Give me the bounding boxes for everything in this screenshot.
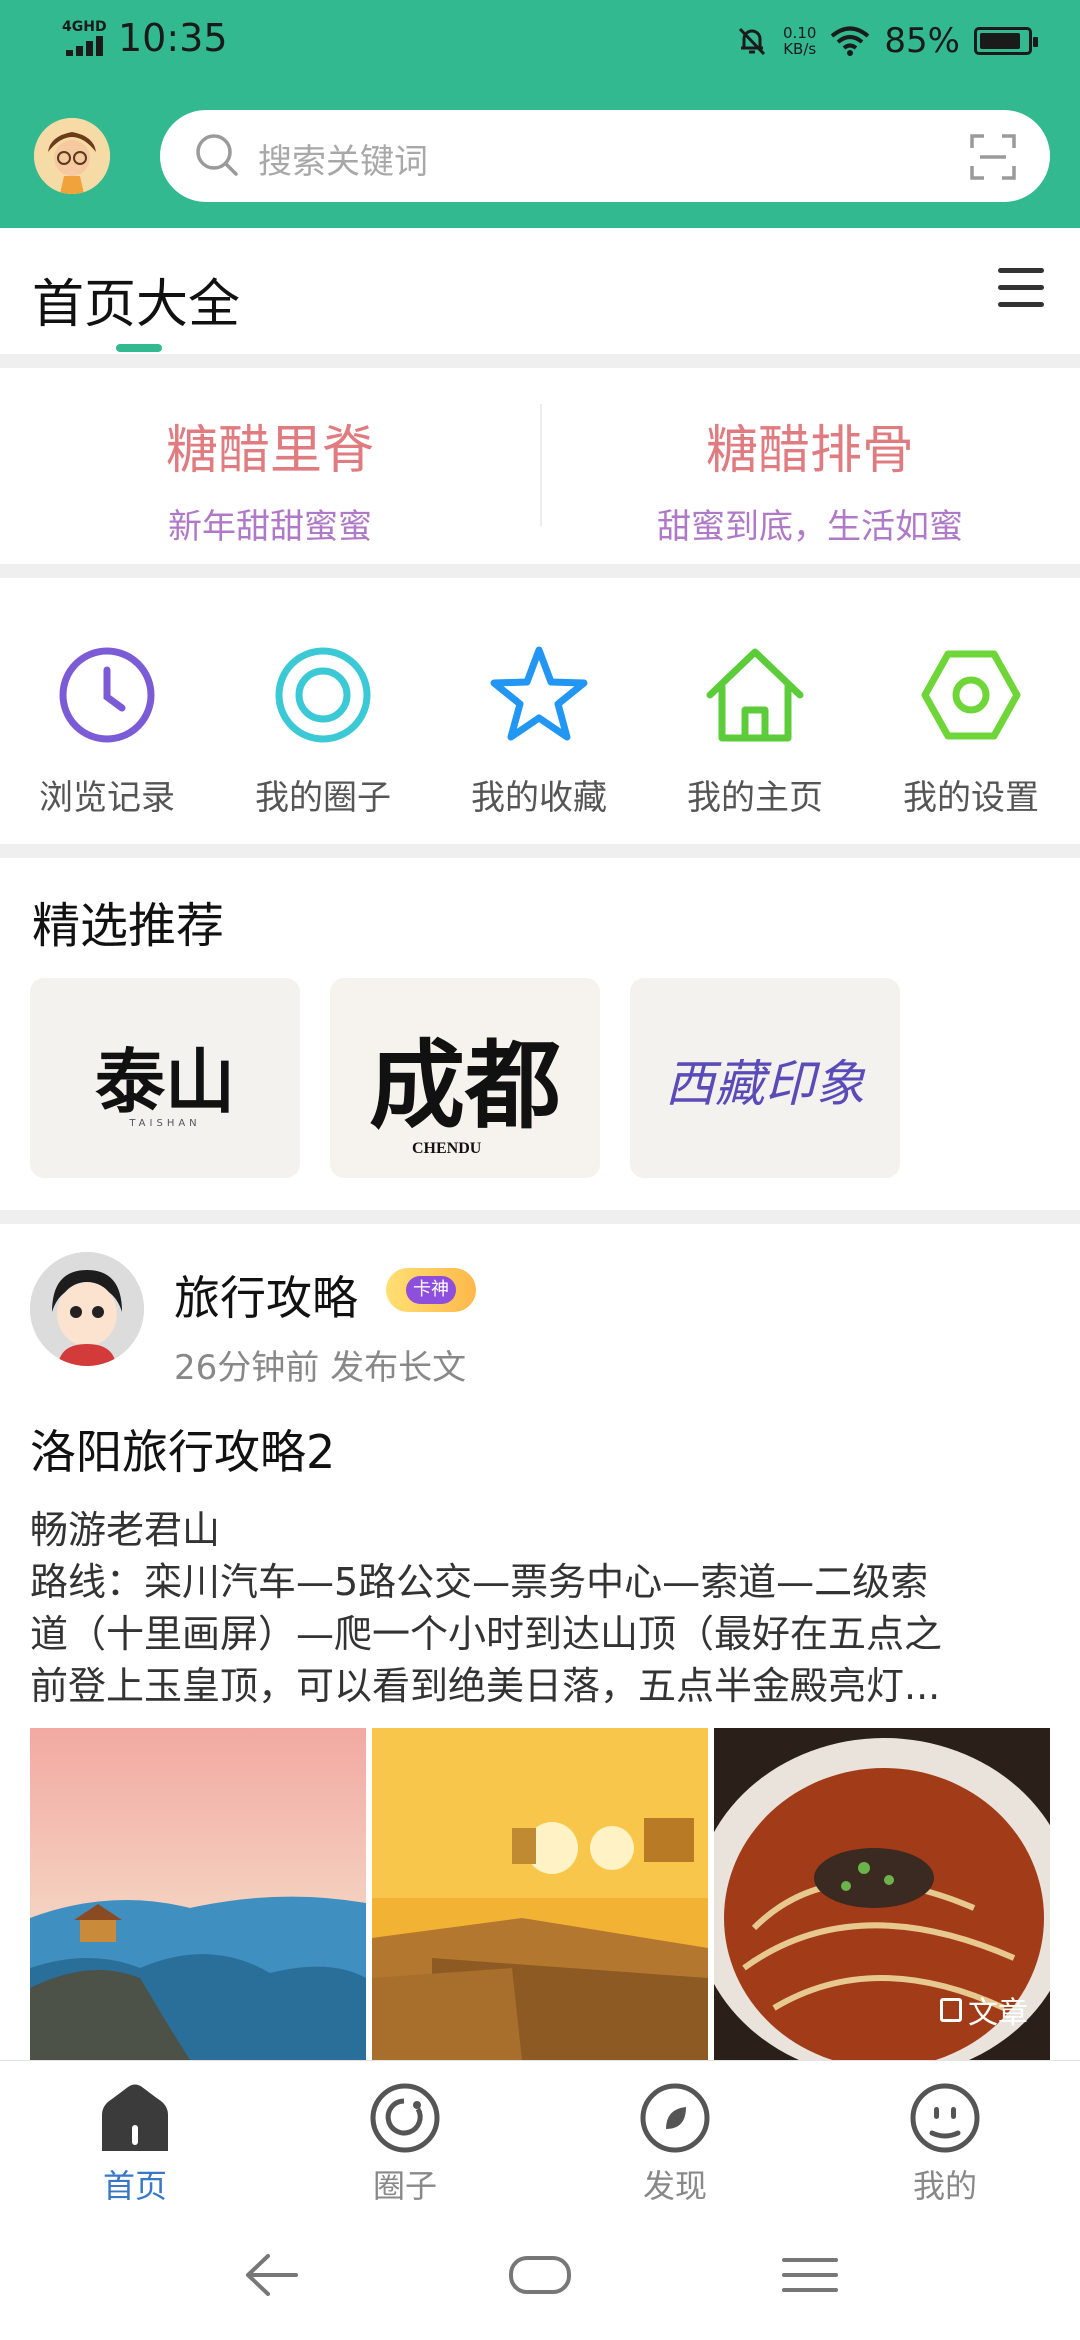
article-badge: 文章 — [940, 1988, 1028, 2032]
home-button-icon[interactable] — [508, 2250, 572, 2300]
recents-menu-icon[interactable] — [780, 2250, 840, 2300]
circle-icon — [370, 2083, 440, 2153]
back-icon[interactable] — [240, 2250, 300, 2300]
divider — [0, 1210, 1080, 1224]
featured-art-text: 泰山 — [95, 1040, 235, 1123]
featured-heading: 精选推荐 — [32, 898, 225, 954]
post-meta: 26分钟前 发布长文 — [174, 1348, 467, 1388]
smile-face-icon — [910, 2083, 980, 2153]
quick-label: 我的设置 — [903, 778, 1039, 818]
battery-icon — [974, 27, 1038, 55]
promo-title: 糖醋排骨 — [705, 421, 914, 481]
battery-percent: 85% — [884, 21, 960, 61]
divider — [0, 354, 1080, 368]
quick-browse-history[interactable]: 浏览记录 — [17, 640, 197, 819]
post-body: 畅游老君山 路线：栾川汽车—5路公交—票务中心—索道—二级索 道（十里画屏）—爬… — [30, 1508, 943, 1708]
home-icon — [706, 648, 804, 742]
author-badge: 卡神 — [386, 1268, 476, 1312]
system-navigation — [0, 2210, 1080, 2340]
quick-my-circles[interactable]: 我的圈子 — [233, 640, 413, 819]
quick-my-homepage[interactable]: 我的主页 — [665, 640, 845, 819]
post-title: 洛阳旅行攻略2 — [30, 1425, 336, 1479]
tab-home-all[interactable]: 首页大全 — [32, 262, 240, 337]
home-filled-icon — [102, 2084, 168, 2151]
featured-art-sub: TAISHAN — [129, 1118, 201, 1129]
author-avatar[interactable] — [30, 1252, 144, 1366]
promo-card[interactable]: 糖醋排骨 甜蜜到底，生活如蜜 — [540, 368, 1080, 564]
featured-art-text: 成都 — [369, 1029, 561, 1142]
quick-label: 我的圈子 — [255, 778, 391, 818]
tab-active-indicator — [116, 344, 162, 352]
top-header: 4GHD 10:35 0.10 KB/s 85% 搜索关键词 — [0, 0, 1080, 228]
featured-art-sub: CHENDU — [412, 1140, 482, 1157]
featured-card-chengdu[interactable]: 成都 CHENDU — [330, 978, 600, 1178]
search-icon — [196, 134, 238, 176]
star-icon — [490, 646, 588, 741]
search-bar[interactable]: 搜索关键词 — [160, 110, 1050, 202]
section-tab-header: 首页大全 — [0, 228, 1080, 354]
nav-discover[interactable]: 发现 — [575, 2081, 775, 2207]
network-type: 4GHD — [62, 19, 107, 35]
nav-label: 圈子 — [372, 2167, 437, 2205]
promo-subtitle: 甜蜜到底，生活如蜜 — [657, 507, 963, 547]
nav-label: 首页 — [102, 2167, 167, 2205]
wifi-icon — [831, 26, 870, 56]
promo-card[interactable]: 糖醋里脊 新年甜甜蜜蜜 — [0, 368, 540, 564]
featured-art-text: 西藏印象 — [665, 1055, 865, 1113]
promo-subtitle: 新年甜甜蜜蜜 — [168, 507, 372, 547]
clock-time: 10:35 — [118, 16, 228, 60]
mute-bell-icon — [738, 27, 766, 56]
divider — [0, 564, 1080, 578]
featured-section: 精选推荐 泰山 TAISHAN 成都 CHENDU 西藏印象 — [0, 858, 1080, 1210]
nav-label: 发现 — [642, 2167, 707, 2205]
promo-section: 糖醋里脊 新年甜甜蜜蜜 糖醋排骨 甜蜜到底，生活如蜜 — [0, 368, 1080, 564]
menu-icon[interactable] — [998, 268, 1044, 308]
feed-post[interactable]: 旅行攻略 卡神 26分钟前 发布长文 洛阳旅行攻略2 畅游老君山 路线：栾川汽车… — [0, 1224, 1080, 2060]
nav-me[interactable]: 我的 — [845, 2081, 1045, 2207]
author-name: 旅行攻略 — [174, 1271, 358, 1325]
featured-card-taishan[interactable]: 泰山 TAISHAN — [30, 978, 300, 1178]
quick-my-favorites[interactable]: 我的收藏 — [449, 640, 629, 819]
discover-icon — [640, 2083, 710, 2153]
promo-title: 糖醋里脊 — [165, 421, 374, 481]
search-placeholder: 搜索关键词 — [258, 142, 428, 182]
post-image-mountain[interactable] — [30, 1728, 366, 2060]
scan-icon[interactable] — [970, 134, 1016, 180]
clock-icon — [59, 647, 155, 743]
quick-label: 我的主页 — [687, 778, 823, 818]
status-bar: 4GHD 10:35 0.10 KB/s 85% — [0, 0, 1080, 84]
user-avatar[interactable] — [34, 118, 110, 194]
quick-actions: 浏览记录 我的圈子 我的收藏 我的主页 我的设置 — [0, 578, 1080, 844]
post-image-noodles[interactable]: 文章 — [714, 1728, 1050, 2060]
divider — [0, 844, 1080, 858]
nav-label: 我的 — [912, 2167, 977, 2205]
status-right: 0.10 KB/s 85% — [735, 16, 1038, 66]
featured-card-tibet[interactable]: 西藏印象 — [630, 978, 900, 1178]
nav-home[interactable]: 首页 — [35, 2081, 235, 2207]
nav-circles[interactable]: 圈子 — [305, 2081, 505, 2207]
bottom-navigation: 首页 圈子 发现 我的 — [0, 2060, 1080, 2210]
circle-ring-icon — [275, 647, 371, 743]
quick-label: 我的收藏 — [471, 778, 607, 818]
quick-my-settings[interactable]: 我的设置 — [881, 640, 1061, 819]
article-icon — [940, 1998, 962, 2022]
post-image-hotel[interactable] — [372, 1728, 708, 2060]
quick-label: 浏览记录 — [39, 778, 175, 818]
hexagon-gear-icon — [921, 650, 1021, 740]
signal-icon — [66, 36, 103, 56]
network-speed: 0.10 KB/s — [783, 24, 817, 58]
